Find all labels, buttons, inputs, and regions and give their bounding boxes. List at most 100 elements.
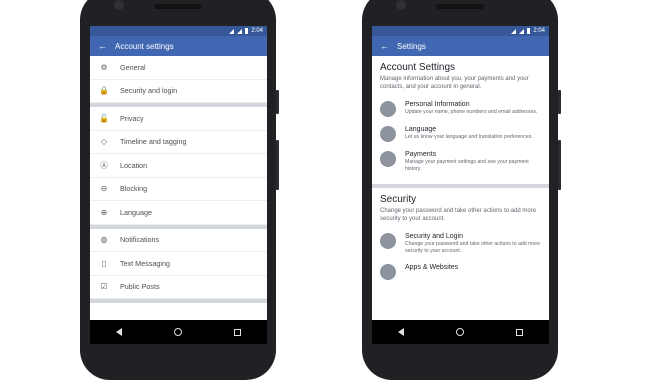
settings-item[interactable]: ⚙ General — [90, 56, 267, 80]
settings-item[interactable]: 🔓 Privacy — [90, 107, 267, 131]
settings-entry-title: Personal Information — [405, 101, 470, 108]
settings-item-label: Text Messaging — [120, 258, 170, 268]
signal-icon — [519, 28, 525, 34]
settings-entry-description: Let us know your language and translatio… — [405, 134, 533, 140]
settings-item-label: Security and login — [120, 86, 178, 96]
status-bar: 2:04 — [90, 26, 267, 36]
volume-button[interactable] — [276, 90, 279, 114]
settings-entry-text: Personal Information Update your name, ph… — [405, 101, 537, 117]
left-phone: 2:04 ← Account settings ⚙ General 🔒 Securit… — [80, 0, 279, 380]
app-bar: ← Settings — [372, 36, 549, 56]
right-screen: 2:04 ← Settings Account Settings Manage … — [372, 26, 549, 344]
page-title: Settings — [397, 41, 426, 51]
camera-icon — [396, 0, 406, 10]
tag-icon: ◇ — [100, 137, 108, 147]
home-nav-icon[interactable] — [456, 328, 464, 336]
settings-item-label: Timeline and tagging — [120, 137, 187, 147]
globe-icon — [380, 126, 396, 142]
settings-item-label: Location — [120, 160, 148, 170]
volume-button[interactable] — [558, 90, 561, 114]
right-phone: 2:04 ← Settings Account Settings Manage … — [362, 0, 561, 380]
settings-entry-description: Update your name, phone numbers and emai… — [405, 109, 538, 115]
gear-icon: ⚙ — [100, 62, 108, 72]
section-heading: Account Settings — [380, 62, 456, 73]
settings-entry-title: Language — [405, 126, 437, 133]
speaker-grille — [436, 4, 484, 9]
recents-nav-icon[interactable] — [516, 328, 523, 336]
block-icon: ⊖ — [100, 184, 108, 194]
settings-entry[interactable]: Personal Information Update your name, ph… — [372, 95, 549, 120]
settings-entry-text: Security and Login Change your password a… — [405, 233, 541, 255]
settings-item-label: General — [120, 62, 146, 72]
app-bar: ← Account settings — [90, 36, 267, 56]
settings-entry-title: Apps & Websites — [405, 264, 459, 271]
settings-entry[interactable]: Language Let us know your language and tr… — [372, 120, 549, 145]
section-description: Manage information about you, your payme… — [380, 76, 529, 90]
settings-entry-description: Manage your payment settings and see you… — [405, 159, 529, 172]
globe-notification-icon: ◍ — [100, 235, 108, 245]
settings-item-label: Privacy — [120, 113, 144, 123]
settings-item[interactable]: ▯ Text Messaging — [90, 252, 267, 276]
settings-item-label: Blocking — [120, 184, 148, 194]
security-section: Security Change your password and take o… — [372, 188, 549, 227]
settings-entry-title: Security and Login — [405, 233, 463, 240]
settings-item[interactable]: Ⓐ Location — [90, 154, 267, 178]
android-nav-bar — [90, 320, 267, 344]
security-items-list: Security and Login Change your password a… — [372, 227, 549, 283]
power-button[interactable] — [558, 140, 561, 190]
settings-list-group-3: ◍ Notifications ▯ Text Messaging ☑ Public Pos… — [90, 229, 267, 299]
settings-item-label: Notifications — [120, 235, 160, 245]
settings-list-group-2: 🔓 Privacy ◇ Timeline and tagging Ⓐ Location ⊖ B… — [90, 107, 267, 225]
settings-entry-text: Language Let us know your language and tr… — [405, 126, 533, 142]
globe-icon: ⊕ — [100, 207, 108, 217]
apps-icon — [380, 264, 396, 280]
status-time: 2:04 — [251, 28, 263, 34]
settings-entry-text: Payments Manage your payment settings and… — [405, 151, 541, 173]
phone-icon: ▯ — [101, 258, 107, 268]
back-nav-icon[interactable] — [398, 328, 404, 336]
back-nav-icon[interactable] — [116, 328, 122, 336]
android-nav-bar — [372, 320, 549, 344]
speaker-grille — [154, 4, 202, 9]
left-screen: 2:04 ← Account settings ⚙ General 🔒 Securit… — [90, 26, 267, 344]
person-icon — [380, 101, 396, 117]
divider — [90, 299, 267, 303]
shield-icon — [380, 233, 396, 249]
settings-entry[interactable]: Security and Login Change your password a… — [372, 227, 549, 258]
checkbox-icon: ☑ — [100, 282, 108, 292]
wifi-icon — [229, 28, 235, 34]
settings-entry[interactable]: Apps & Websites — [372, 258, 549, 283]
section-description: Change your password and take other acti… — [380, 208, 537, 222]
location-icon: Ⓐ — [100, 160, 108, 170]
settings-entry-title: Payments — [405, 151, 437, 158]
account-items-list: Personal Information Update your name, ph… — [372, 95, 549, 176]
settings-item[interactable]: 🔒 Security and login — [90, 80, 267, 103]
settings-item[interactable]: ◍ Notifications — [90, 229, 267, 252]
settings-item[interactable]: ◇ Timeline and tagging — [90, 131, 267, 154]
lock-icon: 🔒 — [99, 86, 109, 96]
signal-icon — [237, 28, 243, 34]
credit-card-icon — [380, 151, 396, 167]
settings-entry[interactable]: Payments Manage your payment settings and… — [372, 145, 549, 176]
settings-item[interactable]: ☑ Public Posts — [90, 276, 267, 299]
page-title: Account settings — [115, 41, 174, 51]
battery-icon — [245, 28, 249, 34]
status-bar: 2:04 — [372, 26, 549, 36]
back-arrow-icon[interactable]: ← — [98, 41, 107, 51]
settings-list-group-1: ⚙ General 🔒 Security and login — [90, 56, 267, 103]
home-nav-icon[interactable] — [174, 328, 182, 336]
settings-item-label: Public Posts — [120, 282, 160, 292]
recents-nav-icon[interactable] — [234, 328, 241, 336]
power-button[interactable] — [276, 140, 279, 190]
settings-item[interactable]: ⊕ Language — [90, 201, 267, 225]
settings-item[interactable]: ⊖ Blocking — [90, 178, 267, 201]
section-heading: Security — [380, 194, 417, 205]
settings-entry-description: Change your password and take other acti… — [405, 241, 540, 254]
battery-icon — [527, 28, 531, 34]
settings-item-label: Language — [120, 207, 152, 217]
back-arrow-icon[interactable]: ← — [380, 41, 389, 51]
account-settings-section: Account Settings Manage information abou… — [372, 56, 549, 95]
status-time: 2:04 — [533, 28, 545, 34]
wifi-icon — [511, 28, 517, 34]
camera-icon — [114, 0, 124, 10]
